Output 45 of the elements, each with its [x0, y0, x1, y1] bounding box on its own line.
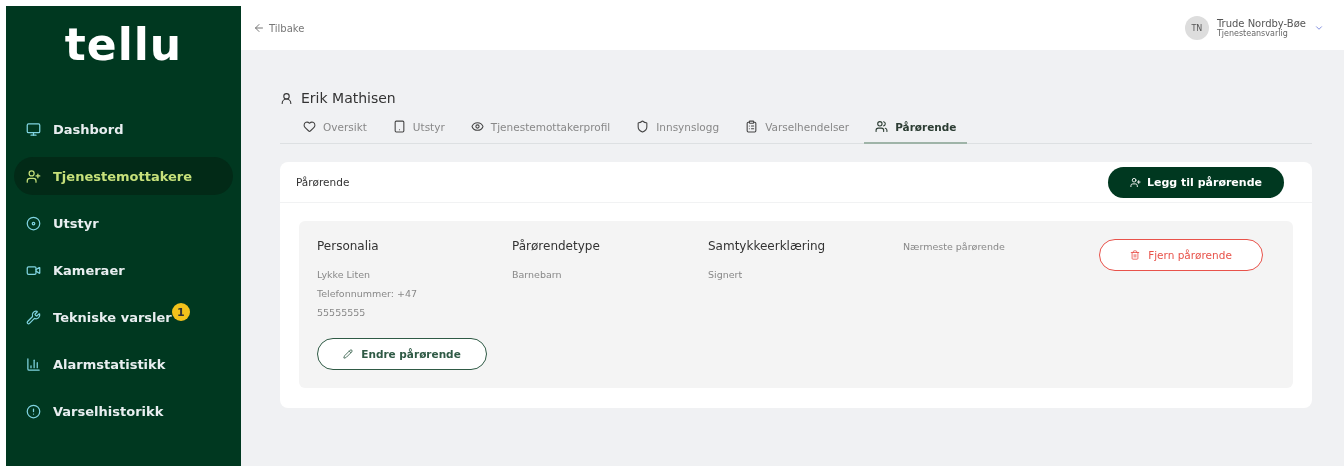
field-value: Lykke Liten [317, 268, 372, 282]
nav-item[interactable]: Kameraer [14, 251, 233, 289]
closest-relative-label: Nærmeste pårørende [903, 241, 1006, 252]
heart-icon [303, 120, 316, 133]
pencil-icon [343, 349, 354, 359]
back-link[interactable]: Tilbake [253, 22, 305, 34]
add-relative-button[interactable]: Legg til pårørende [1108, 166, 1284, 198]
monitor-icon [26, 121, 41, 137]
edit-relative-button[interactable]: Endre pårørende [317, 338, 487, 370]
trash-icon [1130, 250, 1141, 260]
user-role: Tjenesteansvarlig [1216, 29, 1288, 38]
nav-item[interactable]: Alarmstatistikk [14, 345, 233, 383]
nav-item[interactable]: Tekniske varsler 1 [14, 298, 233, 336]
field-value: Telefonnummer: +47 55555555 [317, 287, 419, 320]
person-icon [280, 91, 293, 105]
column-heading: Samtykkeerklæring [708, 239, 827, 253]
chevron-down-icon[interactable] [1314, 23, 1324, 33]
nav-item[interactable]: Varselhistorikk [14, 392, 233, 430]
column-heading: Pårørendetype [512, 239, 601, 253]
eye-icon [470, 120, 484, 133]
user-plus-icon [1130, 176, 1141, 188]
user-name: Trude Nordby-Bøe [1216, 18, 1306, 29]
column-heading: Personalia [317, 239, 380, 253]
user-plus-icon [26, 168, 41, 184]
logo: tellu [63, 18, 184, 72]
field-value: Barnebarn [512, 268, 563, 282]
tablet-icon [392, 120, 406, 133]
shield-icon [636, 120, 650, 133]
field-value: Signert [708, 268, 744, 282]
disc-icon [26, 215, 41, 231]
nav-item[interactable]: Tjenestemottakere [14, 157, 233, 195]
alert-icon [26, 403, 41, 419]
back-arrow-icon [253, 22, 265, 34]
nav-item[interactable]: Utstyr [14, 204, 233, 242]
avatar: TN [1184, 16, 1209, 40]
nav-item[interactable]: Dashbord [14, 110, 233, 148]
chart-icon [26, 356, 41, 372]
count-badge: 1 [171, 303, 190, 321]
people-icon [875, 120, 889, 133]
client-name: Erik Mathisen [301, 90, 396, 106]
clipboard-icon [745, 120, 759, 133]
panel-title: Pårørende [296, 176, 350, 188]
wrench-icon [26, 309, 41, 325]
tab[interactable]: Pårørende [864, 114, 968, 144]
remove-relative-button[interactable]: Fjern pårørende [1099, 239, 1263, 271]
